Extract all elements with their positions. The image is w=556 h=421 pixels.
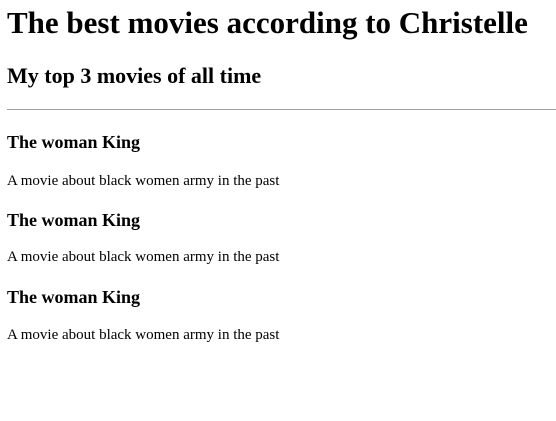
movie-description: A movie about black women army in the pa…: [7, 173, 280, 189]
movie-description: A movie about black women army in the pa…: [7, 249, 280, 265]
page: The best movies according to Christelle …: [0, 0, 556, 421]
page-subtitle: My top 3 movies of all time: [7, 63, 262, 88]
movie-title: The woman King: [7, 132, 141, 152]
movie-title: The woman King: [7, 210, 141, 230]
movie-title: The woman King: [7, 287, 141, 307]
page-title: The best movies according to Christelle: [7, 5, 528, 40]
horizontal-divider: [7, 109, 556, 110]
movie-description: A movie about black women army in the pa…: [7, 327, 280, 343]
